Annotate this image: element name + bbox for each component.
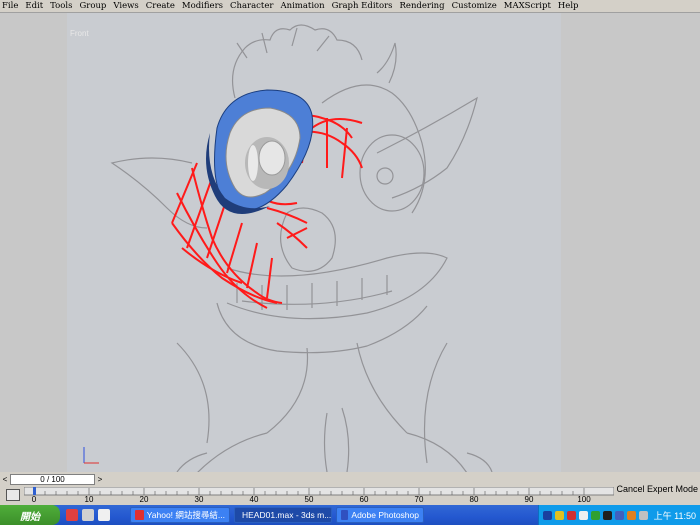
track-bar-strip[interactable]: [24, 487, 614, 496]
taskbar: 開始 Yahoo! 網站搜尋結... HEAD01.max - 3ds m... A…: [0, 505, 700, 525]
menu-item-views[interactable]: Views: [113, 1, 138, 11]
timeline-tick-label: 60: [360, 495, 369, 503]
task-label: Yahoo! 網站搜尋結...: [146, 510, 225, 520]
quick-launch-icon[interactable]: [66, 509, 78, 521]
time-slider-next-button[interactable]: >: [95, 474, 105, 485]
reference-sketch: [110, 24, 493, 472]
timeline-tick-label: 40: [250, 495, 259, 503]
menu-bar: File Edit Tools Group Views Create Modifiers Ch…: [0, 0, 700, 13]
bottom-controls: < 0 / 100 > 0 10 20 30 40 50 60 70 80 90 100 Cance…: [0, 472, 700, 505]
timeline-tick-label: 20: [140, 495, 149, 503]
task-label: Adobe Photoshop: [351, 510, 419, 520]
menu-item-group[interactable]: Group: [79, 1, 106, 11]
viewport-label[interactable]: Front: [70, 29, 89, 38]
menu-item-character[interactable]: Character: [230, 1, 273, 11]
quick-launch-icon[interactable]: [82, 509, 94, 521]
timeline-tick-label: 70: [415, 495, 424, 503]
clock[interactable]: 上午 11:50: [654, 509, 696, 522]
task-label: HEAD01.max - 3ds m...: [242, 510, 332, 520]
menu-item-edit[interactable]: Edit: [25, 1, 43, 11]
current-frame-marker[interactable]: [33, 487, 36, 495]
tray-icon[interactable]: [578, 510, 588, 520]
task-app-icon: [341, 510, 349, 520]
timeline-tick-label: 90: [525, 495, 534, 503]
menu-item-create[interactable]: Create: [146, 1, 175, 11]
menu-item-graph-editors[interactable]: Graph Editors: [332, 1, 393, 11]
timeline-tick-label: 50: [305, 495, 314, 503]
task-list: Yahoo! 網站搜尋結... HEAD01.max - 3ds m... Adob…: [126, 507, 424, 523]
start-button[interactable]: 開始: [0, 505, 60, 525]
tray-icon[interactable]: [626, 510, 636, 520]
tray-icon[interactable]: [566, 510, 576, 520]
taskbar-task-button[interactable]: HEAD01.max - 3ds m...: [234, 507, 332, 523]
time-slider-prev-button[interactable]: <: [0, 474, 10, 485]
task-app-icon: [135, 510, 144, 520]
time-slider-value[interactable]: 0 / 100: [10, 474, 95, 485]
axis-tripod-icon: [83, 447, 99, 464]
expert-mode-status[interactable]: Cancel Expert Mode: [616, 484, 698, 494]
timeline-tick-label: 80: [470, 495, 479, 503]
menu-item-maxscript[interactable]: MAXScript: [504, 1, 551, 11]
quick-launch: [66, 509, 126, 521]
tray-icon[interactable]: [638, 510, 648, 520]
system-tray: 上午 11:50: [537, 505, 700, 525]
menu-item-customize[interactable]: Customize: [452, 1, 497, 11]
timeline-tick-label: 100: [577, 495, 591, 503]
menu-item-modifiers[interactable]: Modifiers: [182, 1, 223, 11]
tray-icon[interactable]: [542, 510, 552, 520]
menu-item-rendering[interactable]: Rendering: [400, 1, 445, 11]
front-viewport[interactable]: Front: [67, 13, 561, 472]
timeline-tick-label: 30: [195, 495, 204, 503]
tray-icon[interactable]: [590, 510, 600, 520]
timeline-tick-label: 10: [85, 495, 94, 503]
menu-item-help[interactable]: Help: [558, 1, 579, 11]
tray-icon[interactable]: [554, 510, 564, 520]
time-slider[interactable]: < 0 / 100 >: [0, 474, 105, 485]
taskbar-task-button[interactable]: Adobe Photoshop: [336, 507, 424, 523]
menu-item-tools[interactable]: Tools: [50, 1, 72, 11]
menu-item-file[interactable]: File: [2, 1, 18, 11]
timeline-tick-label: 0: [32, 495, 37, 503]
tray-icon[interactable]: [602, 510, 612, 520]
taskbar-task-button[interactable]: Yahoo! 網站搜尋結...: [130, 507, 230, 523]
tray-icon[interactable]: [614, 510, 624, 520]
track-bar[interactable]: 0 10 20 30 40 50 60 70 80 90 100: [24, 487, 614, 503]
eye-model: [206, 89, 314, 214]
menu-item-animation[interactable]: Animation: [280, 1, 324, 11]
quick-launch-icon[interactable]: [98, 509, 110, 521]
track-bar-icon[interactable]: [6, 489, 20, 501]
sketch-lines: [110, 24, 493, 472]
